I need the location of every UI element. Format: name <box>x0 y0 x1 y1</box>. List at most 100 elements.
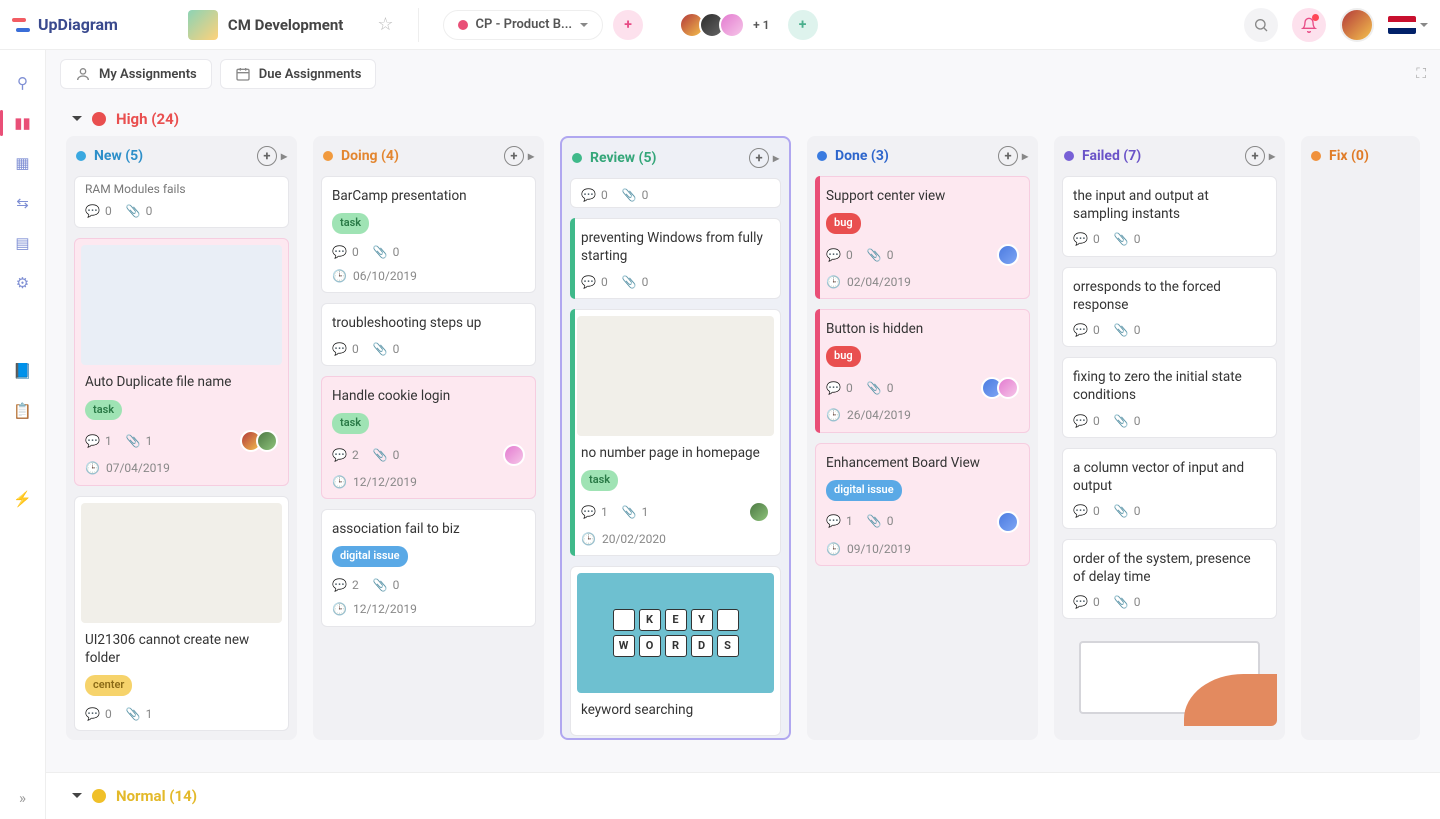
tag-bug: bug <box>826 213 861 234</box>
card[interactable]: BarCamp presentation task 💬 0📎 0 🕒 06/10… <box>321 176 536 293</box>
project-switcher[interactable]: CM Development <box>174 0 357 49</box>
nav-zoom-icon[interactable]: ⚲ <box>12 72 34 94</box>
tag-digital-issue: digital issue <box>826 480 902 501</box>
language-switcher[interactable] <box>1388 16 1428 34</box>
chevron-right-icon[interactable]: ▸ <box>1022 149 1028 163</box>
card-title: order of the system, presence of delay t… <box>1073 550 1266 586</box>
profile-avatar[interactable] <box>1340 8 1374 42</box>
attachments-count: 📎 0 <box>126 203 153 219</box>
dot-icon <box>323 151 333 161</box>
card-image <box>577 316 774 436</box>
column-title: Fix (0) <box>1329 148 1369 164</box>
nav-share-icon[interactable]: ⇆ <box>12 192 34 214</box>
column-title: Failed (7) <box>1082 148 1141 164</box>
app-name: UpDiagram <box>38 15 118 34</box>
nav-clipboard-icon[interactable]: 📋 <box>12 400 34 422</box>
add-card-button[interactable]: + <box>257 146 277 166</box>
card-image <box>81 503 282 623</box>
column-new: New (5) + ▸ RAM Modules fails 💬 0📎 0 Auto … <box>66 136 297 740</box>
add-view-button[interactable]: + <box>613 10 643 40</box>
kanban-board-high: New (5) + ▸ RAM Modules fails 💬 0📎 0 Auto … <box>46 136 1440 750</box>
chevron-right-icon[interactable]: ▸ <box>281 149 287 163</box>
divider <box>418 8 419 42</box>
logo-mark-icon <box>12 16 32 34</box>
view-selector-pill[interactable]: CP - Product B... <box>443 10 604 40</box>
card[interactable]: Button is hidden bug 💬 0📎 0 🕒 26/04/2019 <box>815 309 1030 432</box>
card[interactable]: Auto Duplicate file name task 💬 1📎 1 🕒 0… <box>74 238 289 485</box>
column-review: Review (5) + ▸ 💬 0📎 0 preventing Windows f… <box>560 136 791 740</box>
card[interactable]: the input and output at sampling instant… <box>1062 176 1277 257</box>
card[interactable]: 💬 0📎 0 <box>570 178 781 208</box>
card[interactable]: RAM Modules fails 💬 0📎 0 <box>74 176 289 228</box>
group-header-normal[interactable]: Normal (14) <box>72 787 1414 805</box>
card-title: the input and output at sampling instant… <box>1073 187 1266 223</box>
column-title: New (5) <box>94 148 143 164</box>
nav-book-icon[interactable]: 📘 <box>12 360 34 382</box>
add-card-button[interactable]: + <box>1245 146 1265 166</box>
dot-icon <box>817 151 827 161</box>
collapse-triangle-icon[interactable] <box>72 793 82 803</box>
card[interactable]: a column vector of input and output💬 0📎 … <box>1062 448 1277 529</box>
nav-grid-icon[interactable]: ▦ <box>12 152 34 174</box>
due-date: 🕒 07/04/2019 <box>85 460 278 476</box>
add-member-button[interactable]: + <box>788 10 818 40</box>
chevron-right-icon[interactable]: ▸ <box>528 149 534 163</box>
group-header-high[interactable]: High (24) <box>46 92 1440 136</box>
card-title: BarCamp presentation <box>332 187 525 205</box>
label-stripe <box>570 309 575 556</box>
logo[interactable]: UpDiagram <box>12 15 118 34</box>
search-button[interactable] <box>1244 8 1278 42</box>
tab-my-assignments[interactable]: My Assignments <box>60 59 212 89</box>
avatar <box>997 511 1019 533</box>
add-card-button[interactable]: + <box>749 148 769 168</box>
dot-icon <box>1311 151 1321 161</box>
tab-due-assignments[interactable]: Due Assignments <box>220 59 377 89</box>
nav-board-icon[interactable]: ▮▮ <box>12 112 34 134</box>
fullscreen-icon[interactable]: ⛶ <box>1416 66 1426 82</box>
avatar <box>748 501 770 523</box>
card[interactable]: KEY WORDS keyword searching <box>570 566 781 736</box>
avatar <box>997 377 1019 399</box>
left-nav: ⚲ ▮▮ ▦ ⇆ ▤ ⚙ 📘 📋 ⚡ » <box>0 50 46 819</box>
chevron-right-icon[interactable]: ▸ <box>1269 149 1275 163</box>
avatar <box>503 444 525 466</box>
card-title: Handle cookie login <box>332 387 525 405</box>
nav-bolt-icon[interactable]: ⚡ <box>12 488 34 510</box>
avatar <box>256 430 278 452</box>
card[interactable]: Support center view bug 💬 0📎 0 🕒 02/04/2… <box>815 176 1030 299</box>
card[interactable]: no number page in homepage task 💬 1📎 1 🕒… <box>570 309 781 556</box>
nav-expand-icon[interactable]: » <box>12 787 34 809</box>
nav-table-icon[interactable]: ▤ <box>12 232 34 254</box>
avatar <box>997 244 1019 266</box>
column-fix: Fix (0) <box>1301 136 1420 740</box>
card-title: no number page in homepage <box>581 444 770 462</box>
card[interactable]: preventing Windows from fully starting 💬… <box>570 218 781 299</box>
card-title: troubleshooting steps up <box>332 314 525 332</box>
notification-dot-icon <box>1312 14 1319 21</box>
tab-label: Due Assignments <box>259 67 362 82</box>
notifications-button[interactable] <box>1292 8 1326 42</box>
card[interactable]: association fail to biz digital issue 💬 … <box>321 509 536 626</box>
column-title: Review (5) <box>590 150 656 166</box>
collapse-triangle-icon[interactable] <box>72 116 82 126</box>
add-card-button[interactable]: + <box>504 146 524 166</box>
nav-settings-icon[interactable]: ⚙ <box>12 272 34 294</box>
card-title: a column vector of input and output <box>1073 459 1266 495</box>
card[interactable]: fixing to zero the initial state conditi… <box>1062 357 1277 438</box>
dot-icon <box>76 151 86 161</box>
chevron-right-icon[interactable]: ▸ <box>773 151 779 165</box>
card[interactable]: troubleshooting steps up 💬 0📎 0 <box>321 303 536 365</box>
card[interactable]: orresponds to the forced response💬 0📎 0 <box>1062 267 1277 348</box>
card[interactable]: Handle cookie login task 💬 2📎 0 🕒 12/12/… <box>321 376 536 499</box>
group-footer-normal: Normal (14) <box>46 772 1440 819</box>
member-avatars[interactable]: + 1 <box>679 12 777 38</box>
card[interactable]: Enhancement Board View digital issue 💬 1… <box>815 443 1030 566</box>
app-header: UpDiagram CM Development ☆ CP - Product … <box>0 0 1440 50</box>
project-title: CM Development <box>228 16 343 34</box>
card[interactable]: order of the system, presence of delay t… <box>1062 539 1277 620</box>
tag-task: task <box>85 400 122 421</box>
star-icon[interactable]: ☆ <box>377 14 393 35</box>
add-card-button[interactable]: + <box>998 146 1018 166</box>
card-title: RAM Modules fails <box>85 181 278 197</box>
card[interactable]: UI21306 cannot create new folder center … <box>74 496 289 731</box>
